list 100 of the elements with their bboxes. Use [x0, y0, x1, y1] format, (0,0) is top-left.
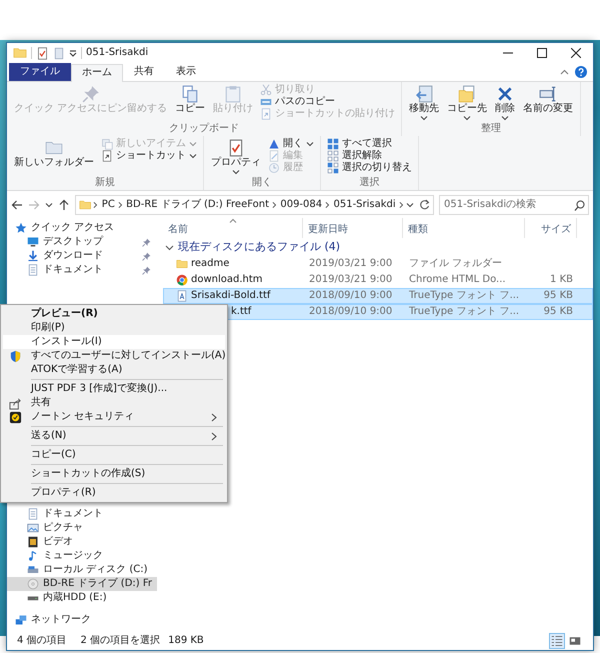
- date-cell-text: 2019/03/21 9:00: [308, 258, 394, 270]
- search-field[interactable]: 051-Srisakdiの検索: [439, 194, 589, 214]
- breadcrumb[interactable]: 009-084: [279, 198, 324, 210]
- ribbon-button[interactable]: 開く: [266, 138, 316, 150]
- nav-item[interactable]: ミュージック: [7, 549, 157, 563]
- ribbon-button[interactable]: 新しいフォルダー: [11, 138, 97, 170]
- group-label: クリップボード: [168, 123, 240, 135]
- badge-icon: [9, 411, 22, 424]
- caret-icon: [45, 202, 53, 208]
- size-cell-text: 95 KB: [542, 306, 574, 318]
- network-icon: [15, 614, 27, 626]
- ribbon-button[interactable]: 選択の切り替え: [325, 162, 414, 174]
- file-name: Srisakdi-Bold.ttf: [191, 290, 270, 302]
- help-icon: [575, 66, 587, 78]
- file-row[interactable]: Srisakdi-Bold.ttf 2018/09/10 9:00 TrueType フォント フ... 95 KB: [163, 288, 593, 304]
- menu-item[interactable]: 送る(N): [3, 429, 225, 443]
- file-name: download.htm: [191, 274, 263, 286]
- ribbon-tab[interactable]: 表示: [165, 63, 207, 81]
- menu-item[interactable]: ショートカットの作成(S): [3, 467, 225, 481]
- desktop-icon: [27, 236, 39, 248]
- nav-item[interactable]: 内蔵HDD (E:): [7, 591, 157, 605]
- nav-item[interactable]: ダウンロード: [7, 249, 157, 263]
- grid-icon: [327, 162, 339, 174]
- nav-item[interactable]: ドキュメント: [7, 507, 157, 521]
- menu-item[interactable]: ATOKで学習する(A): [3, 363, 225, 377]
- menu-item[interactable]: ノートン セキュリティ: [3, 410, 225, 424]
- menu-item[interactable]: コピー(C): [3, 448, 225, 462]
- download-icon: [27, 250, 39, 262]
- music-note-icon: [27, 550, 39, 562]
- menu-item[interactable]: インストール(I): [3, 335, 225, 349]
- new-item-icon: [101, 138, 113, 150]
- properties-icon: [36, 46, 49, 60]
- nav-item[interactable]: ネットワーク: [7, 613, 157, 627]
- refresh-icon: [419, 199, 430, 210]
- shortcut-icon: [101, 150, 113, 162]
- ribbon-tab[interactable]: 共有: [123, 63, 165, 81]
- up-arrow-icon: [58, 198, 70, 210]
- size-cell-text: 1 KB: [549, 274, 574, 286]
- grid-icon: [327, 138, 339, 150]
- nav-item[interactable]: ピクチャ: [7, 521, 157, 535]
- path-icon: [260, 96, 272, 108]
- address-bar[interactable]: PC BD-RE ドライブ (D:) FreeFont 009-084 051-Srisakdi: [75, 194, 434, 214]
- menu-item[interactable]: プロパティ(R): [3, 486, 225, 500]
- ribbon-tab[interactable]: ファイル: [9, 63, 71, 81]
- scissors-icon: [260, 84, 272, 96]
- chevron-icon: [398, 200, 404, 208]
- ribbon-button[interactable]: プロパティ: [208, 138, 264, 176]
- folder-icon: [45, 139, 63, 157]
- shortcut-icon: [260, 108, 272, 120]
- nav-item[interactable]: ドキュメント: [7, 263, 157, 277]
- ribbon-button[interactable]: パスのコピー: [258, 96, 398, 108]
- nav-item[interactable]: クイック アクセス: [7, 221, 157, 235]
- chevron-icon: [272, 200, 278, 208]
- nav-item[interactable]: ビデオ: [7, 535, 157, 549]
- ribbon-button[interactable]: コピー先: [444, 84, 490, 122]
- menu-item[interactable]: すべてのユーザーに対してインストール(A): [3, 349, 225, 363]
- group-label: 開く: [251, 177, 273, 189]
- chevron-icon[interactable]: [165, 242, 174, 252]
- breadcrumb[interactable]: 051-Srisakdi: [332, 198, 397, 210]
- up-button[interactable]: [58, 198, 70, 210]
- copy-icon: [181, 85, 200, 103]
- forward-arrow-icon: [28, 198, 40, 210]
- view-mode-button[interactable]: [549, 633, 565, 649]
- breadcrumb[interactable]: BD-RE ドライブ (D:) FreeFont: [125, 198, 270, 210]
- column-header[interactable]: 更新日時: [303, 218, 403, 238]
- ribbon-button[interactable]: コピー: [172, 84, 208, 116]
- type-cell-text: ファイル フォルダー: [408, 258, 504, 270]
- chevron-icon: [118, 200, 124, 208]
- nav-item[interactable]: デスクトップ: [7, 235, 157, 249]
- document-icon: [27, 264, 39, 276]
- ribbon-tab[interactable]: ホーム: [71, 64, 123, 82]
- ribbon-button[interactable]: 移動先: [406, 84, 442, 122]
- ribbon-button[interactable]: 名前の変更: [520, 84, 576, 116]
- menu-item[interactable]: 印刷(P): [3, 321, 225, 335]
- picture-icon: [27, 522, 39, 534]
- recent-locations-button[interactable]: [45, 202, 53, 208]
- disc-icon: [27, 578, 39, 590]
- menu-item[interactable]: 共有: [3, 396, 225, 410]
- group-header: 現在ディスクにあるファイル (4): [178, 240, 340, 254]
- shield-icon: [9, 350, 22, 363]
- menu-item[interactable]: JUST PDF 3 [作成]で変換(J)...: [3, 382, 225, 396]
- selection-count: 2 個の項目を選択: [80, 635, 160, 647]
- window-title: 051-Srisakdi: [86, 47, 148, 59]
- back-button[interactable]: [11, 198, 23, 210]
- size-cell-text: 95 KB: [542, 290, 574, 302]
- nav-item[interactable]: ローカル ディスク (C:): [7, 563, 157, 577]
- item-count: 4 個の項目: [17, 635, 67, 647]
- file-name: readme: [191, 258, 230, 270]
- ribbon-button[interactable]: すべて選択: [325, 138, 414, 150]
- film-icon: [27, 536, 39, 548]
- ribbon-button[interactable]: 削除: [492, 84, 518, 122]
- column-header[interactable]: サイズ: [525, 218, 577, 238]
- ribbon-button[interactable]: ショートカット: [99, 150, 199, 162]
- breadcrumb[interactable]: PC: [100, 198, 116, 210]
- column-header[interactable]: 名前: [163, 218, 303, 238]
- column-header[interactable]: 種類: [403, 218, 525, 238]
- ribbon-button[interactable]: 選択解除: [325, 150, 414, 162]
- file-row[interactable]: download.htm 2019/03/21 9:00 Chrome HTML Do... 1 KB: [163, 272, 593, 288]
- nav-item[interactable]: BD-RE ドライブ (D:) Fr: [7, 577, 157, 591]
- file-row[interactable]: readme 2019/03/21 9:00 ファイル フォルダー: [163, 256, 593, 272]
